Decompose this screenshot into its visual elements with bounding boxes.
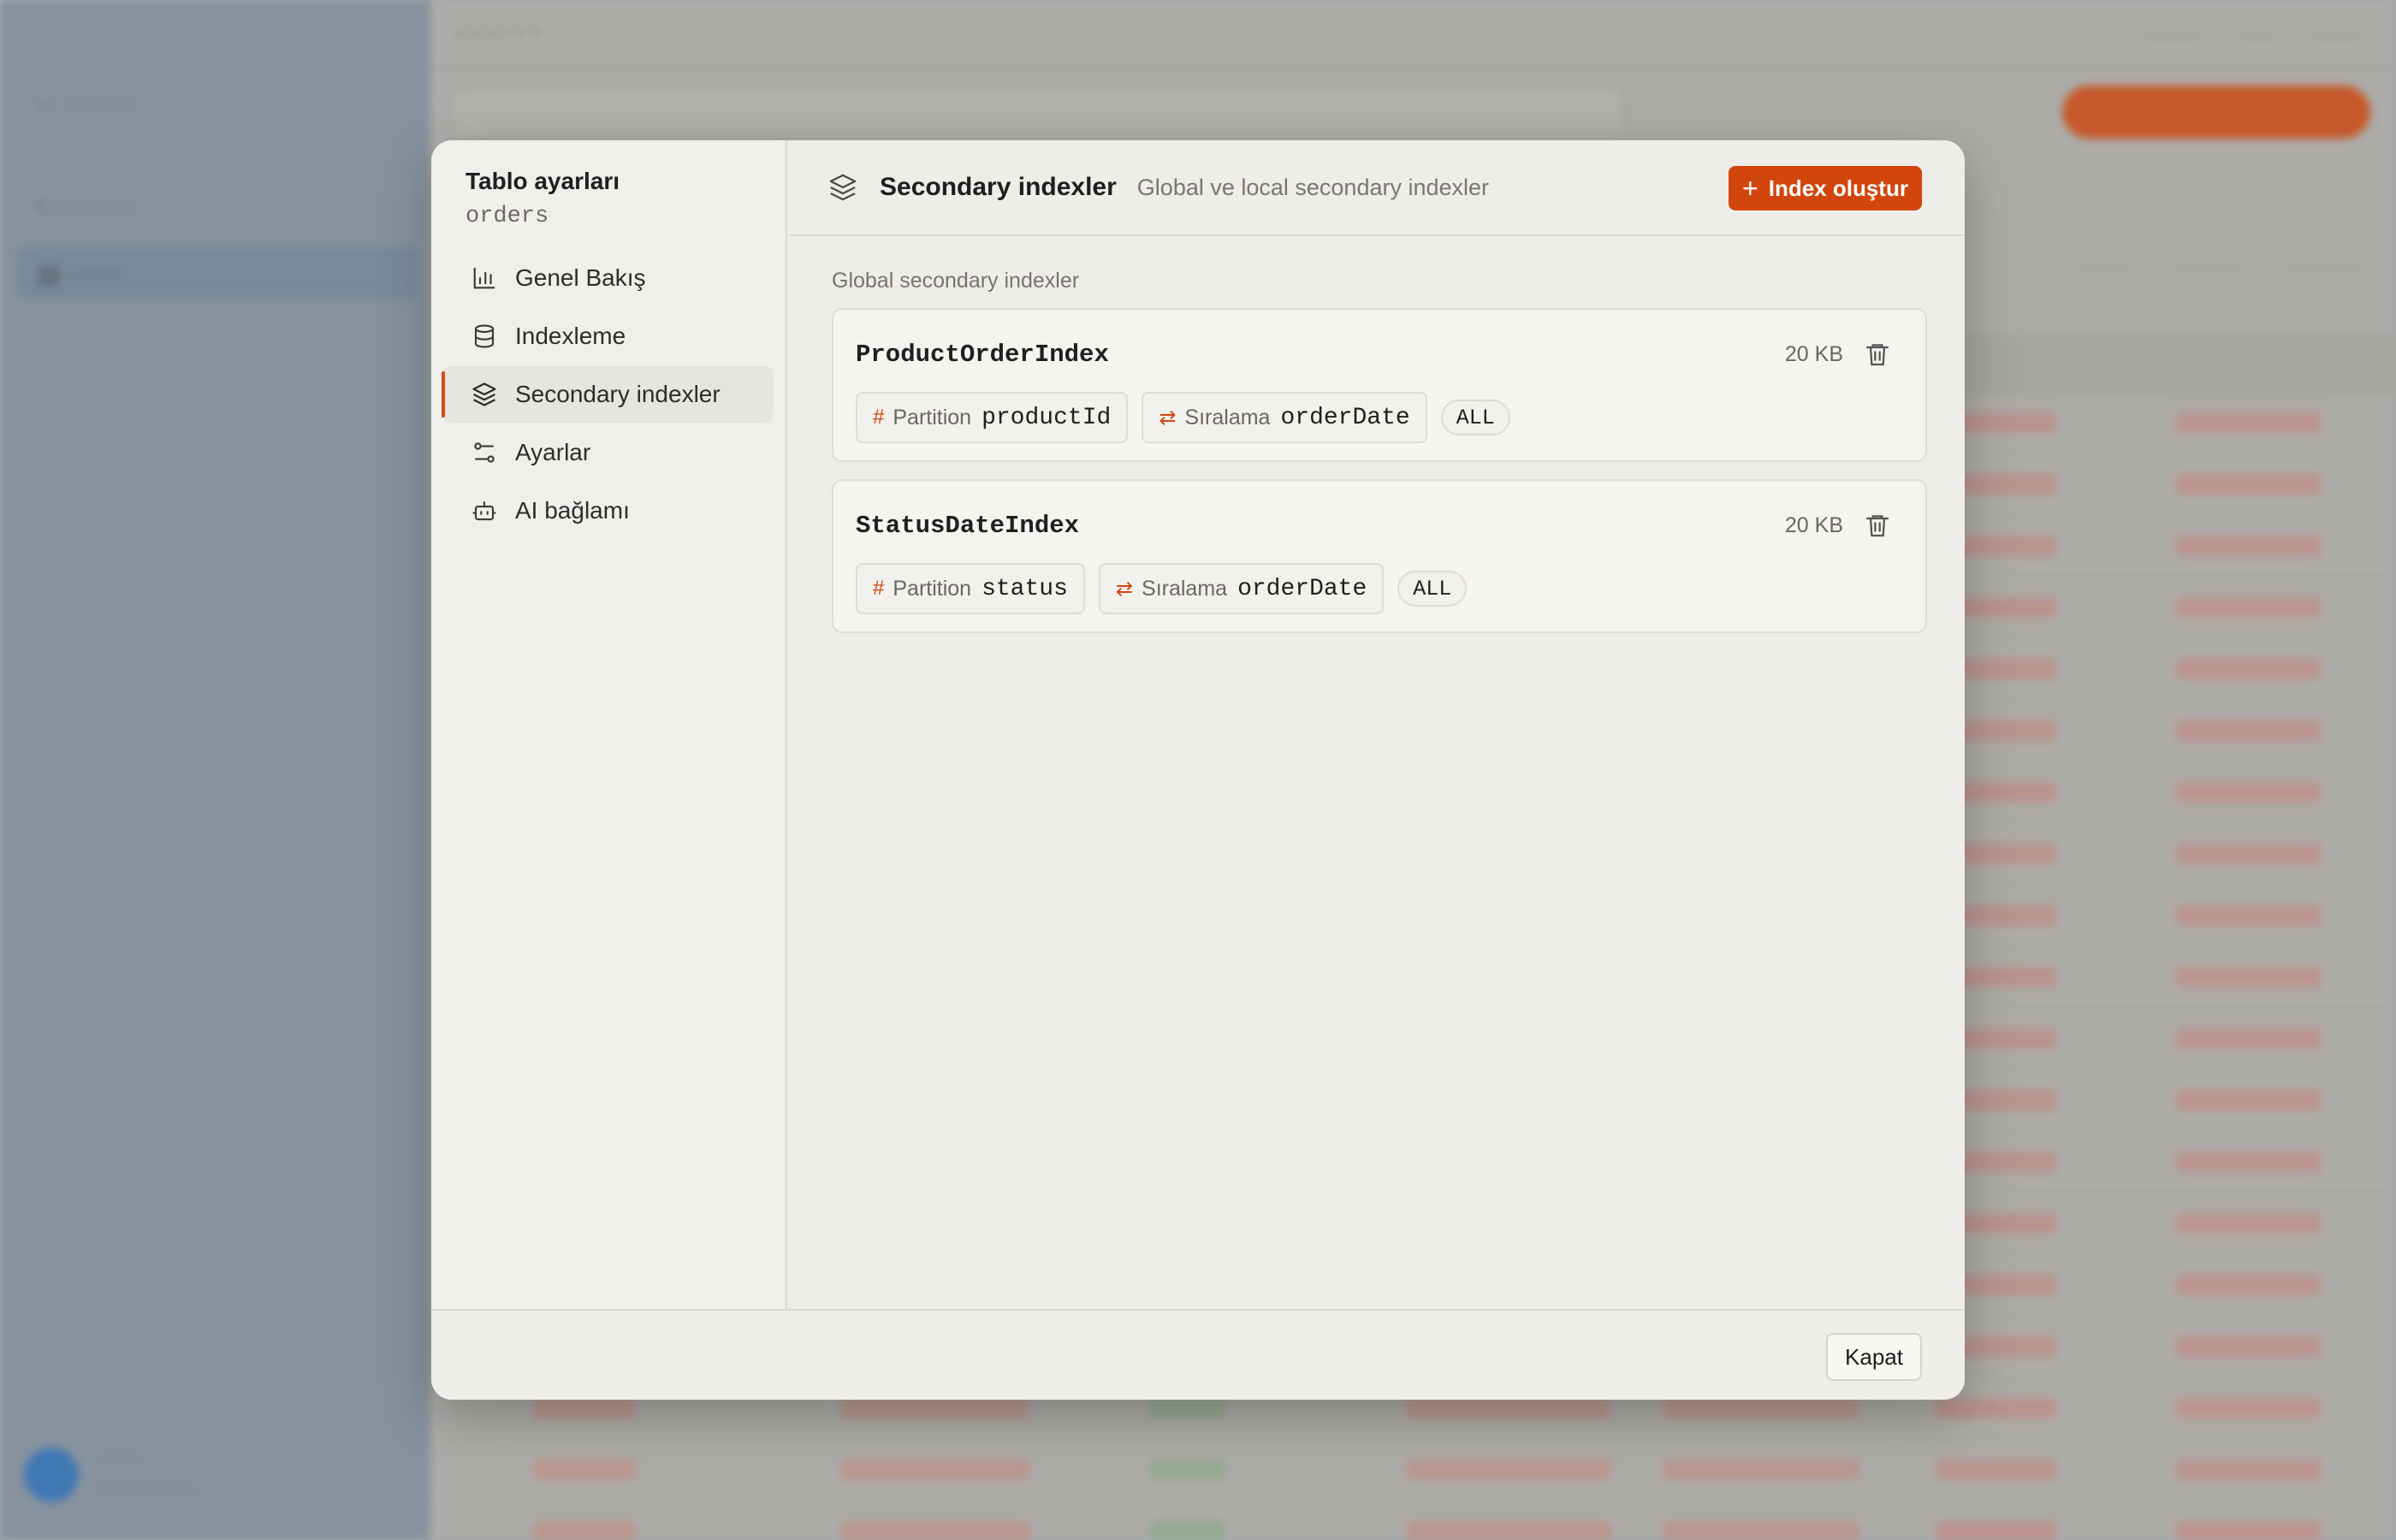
sort-key-value: orderDate	[1280, 404, 1410, 431]
create-index-label: Index oluştur	[1768, 175, 1908, 201]
hash-icon: #	[873, 577, 885, 600]
nav-item-overview[interactable]: Genel Bakış	[442, 250, 774, 306]
trash-icon[interactable]	[1864, 512, 1891, 539]
bot-icon	[471, 497, 498, 524]
index-keys: # Partition status ⇄ Sıralama orderDate …	[856, 563, 1468, 614]
trash-icon[interactable]	[1864, 341, 1891, 368]
projection-badge: ALL	[1440, 400, 1510, 435]
projection-badge: ALL	[1397, 571, 1468, 607]
modal-footer: Kapat	[431, 1309, 1965, 1400]
table-name: orders	[466, 204, 549, 229]
swap-icon: ⇄	[1159, 406, 1177, 429]
modal-sidebar: Tablo ayarları orders Genel Bakış Indexl…	[431, 140, 787, 1309]
sort-key-value: orderDate	[1237, 575, 1367, 602]
nav-item-label: AI bağlamı	[515, 497, 630, 524]
sliders-icon	[471, 439, 498, 466]
plus-icon: +	[1742, 173, 1758, 204]
page-title: Secondary indexler	[880, 173, 1117, 201]
section-label: Global secondary indexler	[832, 269, 1080, 293]
nav-item-indexing[interactable]: Indexleme	[442, 308, 774, 364]
partition-key-chip: # Partition productId	[856, 392, 1129, 443]
sort-key-chip: ⇄ Sıralama orderDate	[1142, 392, 1427, 443]
content-header: Secondary indexler Global ve local secon…	[789, 140, 1965, 236]
nav-item-ai-context[interactable]: AI bağlamı	[442, 483, 774, 539]
sidebar-title: Tablo ayarları	[466, 168, 620, 194]
partition-key-chip: # Partition status	[856, 563, 1085, 614]
index-card: StatusDateIndex 20 KB # Partition status…	[832, 479, 1927, 633]
partition-key-value: status	[982, 575, 1068, 602]
table-settings-modal: Tablo ayarları orders Genel Bakış Indexl…	[431, 140, 1965, 1400]
index-name: ProductOrderIndex	[856, 341, 1109, 369]
nav-item-settings[interactable]: Ayarlar	[442, 424, 774, 481]
index-size: 20 KB	[1784, 342, 1843, 366]
sort-key-chip: ⇄ Sıralama orderDate	[1098, 563, 1385, 614]
database-icon	[471, 323, 498, 350]
swap-icon: ⇄	[1115, 577, 1134, 601]
close-button[interactable]: Kapat	[1826, 1333, 1922, 1381]
nav-item-secondary-indexes[interactable]: Secondary indexler	[442, 366, 774, 423]
index-name: StatusDateIndex	[856, 512, 1080, 540]
index-card: ProductOrderIndex 20 KB # Partition prod…	[832, 308, 1927, 462]
modal-content: Secondary indexler Global ve local secon…	[789, 140, 1965, 1309]
page-description: Global ve local secondary indexler	[1136, 174, 1490, 200]
nav-item-label: Indexleme	[515, 323, 626, 349]
nav-item-label: Genel Bakış	[515, 264, 646, 291]
bar-chart-icon	[471, 264, 498, 292]
hash-icon: #	[873, 406, 885, 429]
nav-item-label: Secondary indexler	[515, 381, 721, 407]
create-index-button[interactable]: + Index oluştur	[1729, 166, 1922, 210]
index-size: 20 KB	[1784, 513, 1843, 537]
nav-item-label: Ayarlar	[515, 439, 591, 465]
index-keys: # Partition productId ⇄ Sıralama orderDa…	[856, 392, 1510, 443]
layers-icon	[471, 381, 498, 408]
layers-icon	[829, 174, 857, 201]
partition-key-value: productId	[982, 404, 1112, 431]
settings-nav: Genel Bakış Indexleme Secondary indexler…	[442, 250, 774, 541]
